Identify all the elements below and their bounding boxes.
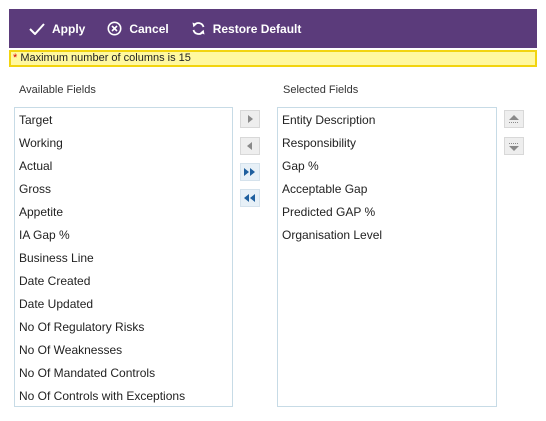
caret-left-icon <box>247 142 252 150</box>
apply-label: Apply <box>52 21 86 36</box>
refresh-icon <box>192 22 205 35</box>
available-fields-list[interactable]: Target Working Actual Gross Appetite IA … <box>14 107 233 407</box>
max-columns-notice: * Maximum number of columns is 15 <box>9 50 537 67</box>
list-item[interactable]: Responsibility <box>278 132 496 155</box>
list-item[interactable]: Business Line <box>15 247 232 270</box>
restore-default-label: Restore Default <box>212 21 302 36</box>
list-item[interactable]: No Of Regulatory Risks <box>15 316 232 339</box>
list-item[interactable]: Gross <box>15 178 232 201</box>
selected-fields-list[interactable]: Entity Description Responsibility Gap % … <box>277 107 497 407</box>
cancel-label: Cancel <box>129 21 169 36</box>
list-item[interactable]: Organisation Level <box>278 224 496 247</box>
double-caret-left-icon <box>244 194 255 202</box>
move-right-button[interactable] <box>240 110 260 128</box>
list-item[interactable]: Entity Description <box>278 109 496 132</box>
double-caret-right-icon <box>244 168 255 176</box>
move-all-left-button[interactable] <box>240 189 260 207</box>
move-down-icon <box>509 142 519 151</box>
available-fields-label: Available Fields <box>19 84 96 96</box>
list-item[interactable]: No Of Controls with Exceptions <box>15 385 232 408</box>
move-all-right-button[interactable] <box>240 163 260 181</box>
list-item[interactable]: Date Created <box>15 270 232 293</box>
caret-right-icon <box>248 115 253 123</box>
list-item[interactable]: Target <box>15 109 232 132</box>
list-item[interactable]: Acceptable Gap <box>278 178 496 201</box>
list-item[interactable]: IA Gap % <box>15 224 232 247</box>
move-down-button[interactable] <box>504 137 524 155</box>
cancel-button[interactable]: Cancel <box>107 21 169 36</box>
list-item[interactable]: No Of Weaknesses <box>15 339 232 362</box>
list-item[interactable]: Date Updated <box>15 293 232 316</box>
list-item[interactable]: Predicted GAP % <box>278 201 496 224</box>
list-item[interactable]: Appetite <box>15 201 232 224</box>
list-item[interactable]: Gap % <box>278 155 496 178</box>
toolbar: Apply Cancel Restore Default <box>9 9 537 48</box>
apply-button[interactable]: Apply <box>29 22 85 36</box>
check-icon <box>29 22 45 35</box>
selected-fields-label: Selected Fields <box>283 84 359 96</box>
close-circle-icon <box>107 21 122 36</box>
move-left-button[interactable] <box>240 137 260 155</box>
move-up-button[interactable] <box>504 110 524 128</box>
list-item[interactable]: Actual <box>15 155 232 178</box>
notice-message: Maximum number of columns is 15 <box>17 52 191 64</box>
restore-default-button[interactable]: Restore Default <box>191 21 302 36</box>
list-item[interactable]: No Of Mandated Controls <box>15 362 232 385</box>
move-up-icon <box>509 114 519 123</box>
list-item[interactable]: Working <box>15 132 232 155</box>
